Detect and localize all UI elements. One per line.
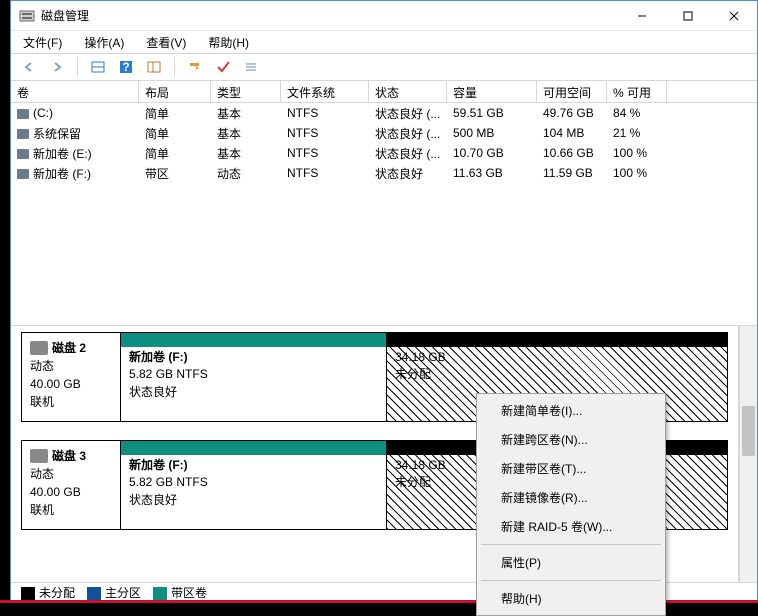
volume-icon <box>17 129 29 139</box>
menu-file[interactable]: 文件(F) <box>19 32 66 53</box>
menu-view[interactable]: 查看(V) <box>142 32 190 53</box>
disk-icon <box>30 449 48 463</box>
refresh-icon[interactable] <box>183 55 207 79</box>
context-menu-item[interactable]: 新建 RAID-5 卷(W)... <box>479 512 663 541</box>
volume-icon <box>17 109 29 119</box>
partition-volume[interactable]: 新加卷 (F:)5.82 GB NTFS状态良好 <box>121 441 387 529</box>
context-menu-item[interactable]: 新建带区卷(T)... <box>479 454 663 483</box>
context-menu-item[interactable]: 新建跨区卷(N)... <box>479 425 663 454</box>
disk-icon <box>30 341 48 355</box>
menu-help[interactable]: 帮助(H) <box>204 32 253 53</box>
toolbar: ? <box>11 53 757 81</box>
view-mode-icon[interactable] <box>142 55 166 79</box>
close-button[interactable] <box>711 1 757 30</box>
legend-unallocated: 未分配 <box>21 584 75 601</box>
context-menu-properties[interactable]: 属性(P) <box>479 548 663 577</box>
disk-info[interactable]: 磁盘 2动态40.00 GB联机 <box>22 333 121 421</box>
legend-striped: 带区卷 <box>153 584 207 601</box>
col-volume[interactable]: 卷 <box>11 81 139 102</box>
back-icon[interactable] <box>17 55 41 79</box>
panel-icon[interactable] <box>86 55 110 79</box>
col-free[interactable]: 可用空间 <box>537 81 607 102</box>
context-menu: 新建简单卷(I)...新建跨区卷(N)...新建带区卷(T)...新建镜像卷(R… <box>476 393 666 616</box>
col-layout[interactable]: 布局 <box>139 81 211 102</box>
svg-text:?: ? <box>122 60 129 74</box>
context-menu-item[interactable]: 新建简单卷(I)... <box>479 396 663 425</box>
col-percent[interactable]: % 可用 <box>607 81 667 102</box>
maximize-button[interactable] <box>665 1 711 30</box>
col-status[interactable]: 状态 <box>369 81 447 102</box>
context-menu-help[interactable]: 帮助(H) <box>479 584 663 613</box>
titlebar: 磁盘管理 <box>11 1 757 31</box>
disk-info[interactable]: 磁盘 3动态40.00 GB联机 <box>22 441 121 529</box>
volume-icon <box>17 149 29 159</box>
menu-action[interactable]: 操作(A) <box>80 32 128 53</box>
context-menu-item[interactable]: 新建镜像卷(R)... <box>479 483 663 512</box>
col-capacity[interactable]: 容量 <box>447 81 537 102</box>
table-row[interactable]: 系统保留简单基本NTFS状态良好 (...500 MB104 MB21 % <box>11 123 757 143</box>
volume-icon <box>17 169 29 179</box>
list-icon[interactable] <box>239 55 263 79</box>
table-row[interactable]: 新加卷 (E:)简单基本NTFS状态良好 (...10.70 GB10.66 G… <box>11 143 757 163</box>
scroll-thumb[interactable] <box>742 406 755 456</box>
volume-list-body: (C:)简单基本NTFS状态良好 (...59.51 GB49.76 GB84 … <box>11 103 757 325</box>
toolbar-divider <box>174 57 175 77</box>
col-type[interactable]: 类型 <box>211 81 281 102</box>
volume-list: 卷 布局 类型 文件系统 状态 容量 可用空间 % 可用 (C:)简单基本NTF… <box>11 81 757 326</box>
scrollbar[interactable] <box>739 326 757 582</box>
volume-list-header: 卷 布局 类型 文件系统 状态 容量 可用空间 % 可用 <box>11 81 757 103</box>
toolbar-divider <box>77 57 78 77</box>
col-filesystem[interactable]: 文件系统 <box>281 81 369 102</box>
context-menu-divider <box>481 580 661 581</box>
partition-volume[interactable]: 新加卷 (F:)5.82 GB NTFS状态良好 <box>121 333 387 421</box>
window-title: 磁盘管理 <box>41 7 619 24</box>
forward-icon[interactable] <box>45 55 69 79</box>
table-row[interactable]: (C:)简单基本NTFS状态良好 (...59.51 GB49.76 GB84 … <box>11 103 757 123</box>
menubar: 文件(F) 操作(A) 查看(V) 帮助(H) <box>11 31 757 53</box>
context-menu-divider <box>481 544 661 545</box>
legend-primary: 主分区 <box>87 584 141 601</box>
minimize-button[interactable] <box>619 1 665 30</box>
help-icon[interactable]: ? <box>114 55 138 79</box>
app-icon <box>19 8 35 24</box>
check-icon[interactable] <box>211 55 235 79</box>
table-row[interactable]: 新加卷 (F:)带区动态NTFS状态良好11.63 GB11.59 GB100 … <box>11 163 757 183</box>
